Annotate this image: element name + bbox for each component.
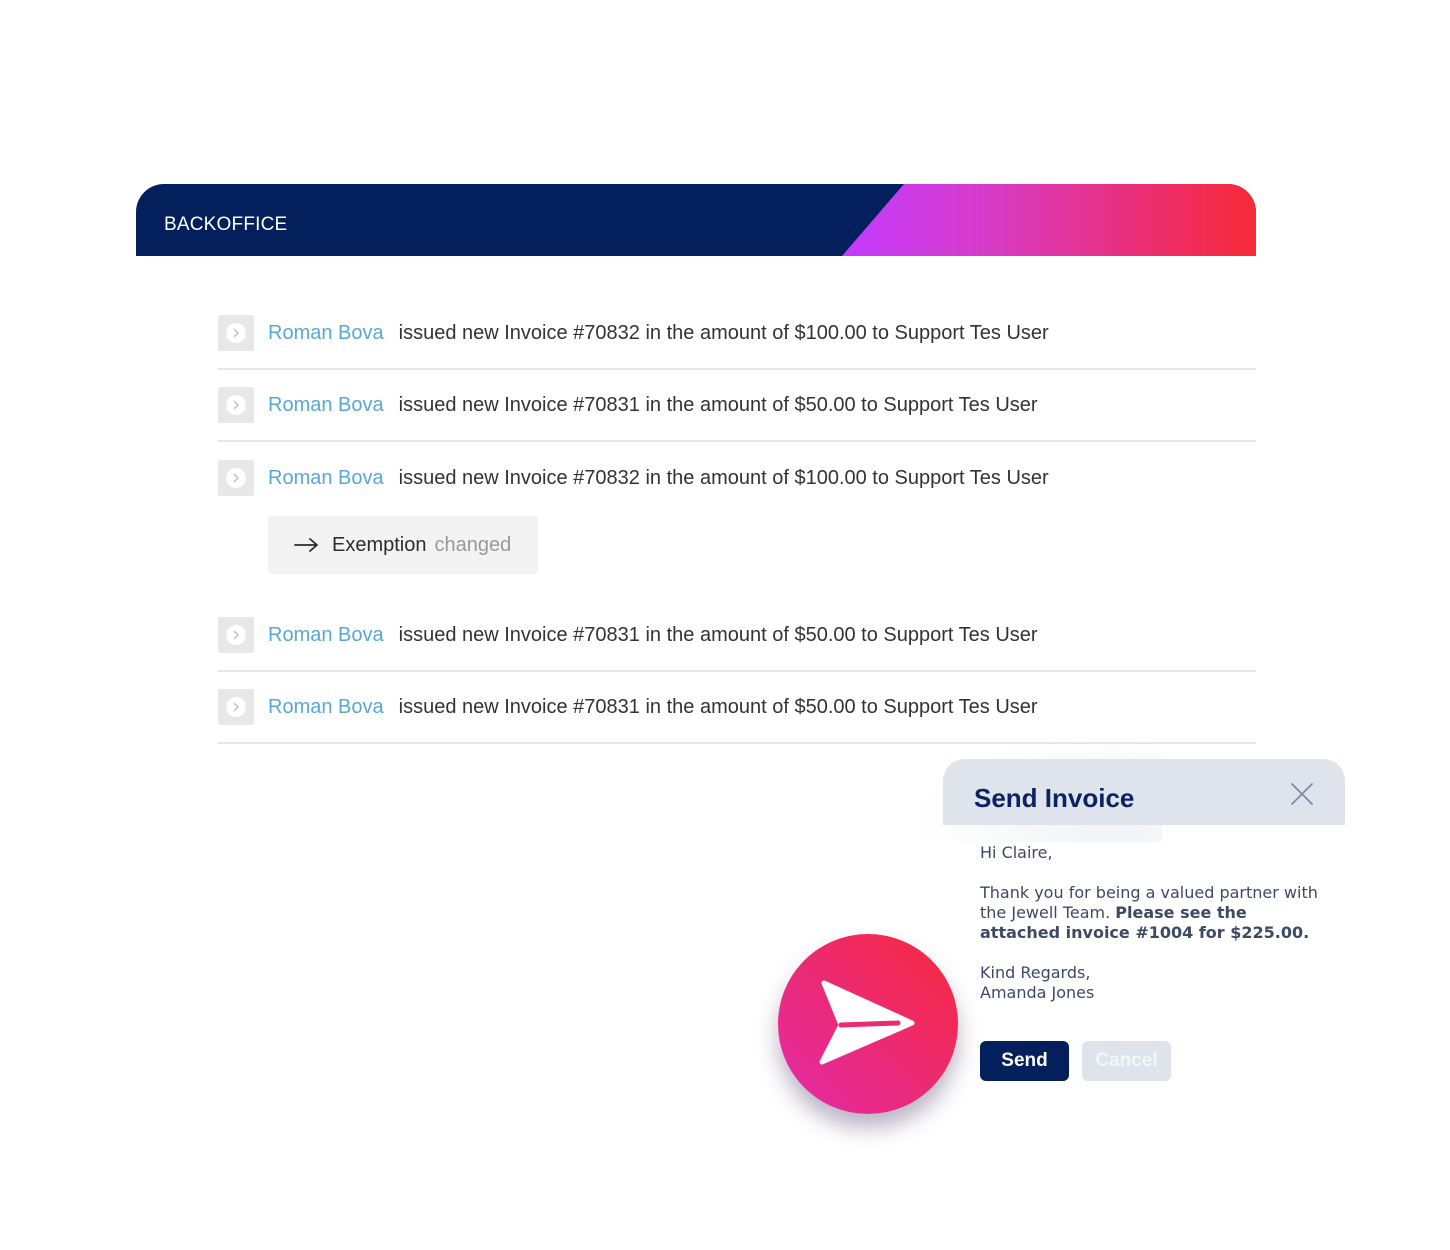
change-status: changed (434, 533, 512, 556)
activity-row[interactable]: Roman Bova issued new Invoice #70831 in … (218, 600, 1256, 672)
activity-row[interactable]: Roman Bova issued new Invoice #70832 in … (218, 442, 1256, 514)
activity-row[interactable]: Roman Bova issued new Invoice #70832 in … (218, 298, 1256, 370)
activity-text: issued new Invoice #70831 in the amount … (398, 393, 1038, 416)
chevron-right-circle-icon[interactable] (218, 315, 254, 351)
activity-row[interactable]: Roman Bova issued new Invoice #70831 in … (218, 370, 1256, 442)
header-title: BACKOFFICE (164, 214, 288, 235)
header-gradient-accent (842, 184, 1256, 256)
user-link[interactable]: Roman Bova (268, 696, 384, 719)
user-link[interactable]: Roman Bova (268, 322, 384, 345)
page: BACKOFFICE Roman Bova issued new Invoice… (0, 0, 1450, 1250)
dialog-message: Hi Claire, Thank you for being a valued … (980, 843, 1330, 1003)
chevron-right-circle-icon[interactable] (218, 460, 254, 496)
send-button[interactable]: Send (980, 1041, 1069, 1081)
cancel-button[interactable]: Cancel (1082, 1041, 1171, 1081)
close-icon[interactable] (1289, 781, 1315, 807)
send-invoice-dialog-header: Send Invoice (943, 759, 1345, 825)
activity-feed: Roman Bova issued new Invoice #70832 in … (218, 298, 1256, 744)
chevron-right-circle-icon[interactable] (218, 617, 254, 653)
change-detail: Exemption changed (268, 516, 538, 574)
chevron-right-circle-icon[interactable] (218, 387, 254, 423)
activity-text: issued new Invoice #70832 in the amount … (398, 466, 1049, 489)
user-link[interactable]: Roman Bova (268, 394, 384, 417)
change-field-label: Exemption (332, 533, 427, 556)
activity-text: issued new Invoice #70832 in the amount … (398, 321, 1049, 344)
chevron-right-circle-icon[interactable] (218, 689, 254, 725)
closing: Kind Regards, (980, 963, 1091, 982)
greeting: Hi Claire, (980, 843, 1053, 862)
user-link[interactable]: Roman Bova (268, 467, 384, 490)
user-link[interactable]: Roman Bova (268, 624, 384, 647)
dialog-title: Send Invoice (974, 783, 1135, 813)
activity-text: issued new Invoice #70831 in the amount … (398, 623, 1038, 646)
send-icon (819, 980, 915, 1065)
backoffice-header: BACKOFFICE (136, 184, 1256, 256)
signature: Amanda Jones (980, 983, 1095, 1002)
message-paragraph: Thank you for being a valued partner wit… (980, 883, 1330, 943)
send-badge[interactable] (778, 934, 958, 1114)
arrow-right-icon (294, 538, 318, 552)
activity-text: issued new Invoice #70831 in the amount … (398, 695, 1038, 718)
